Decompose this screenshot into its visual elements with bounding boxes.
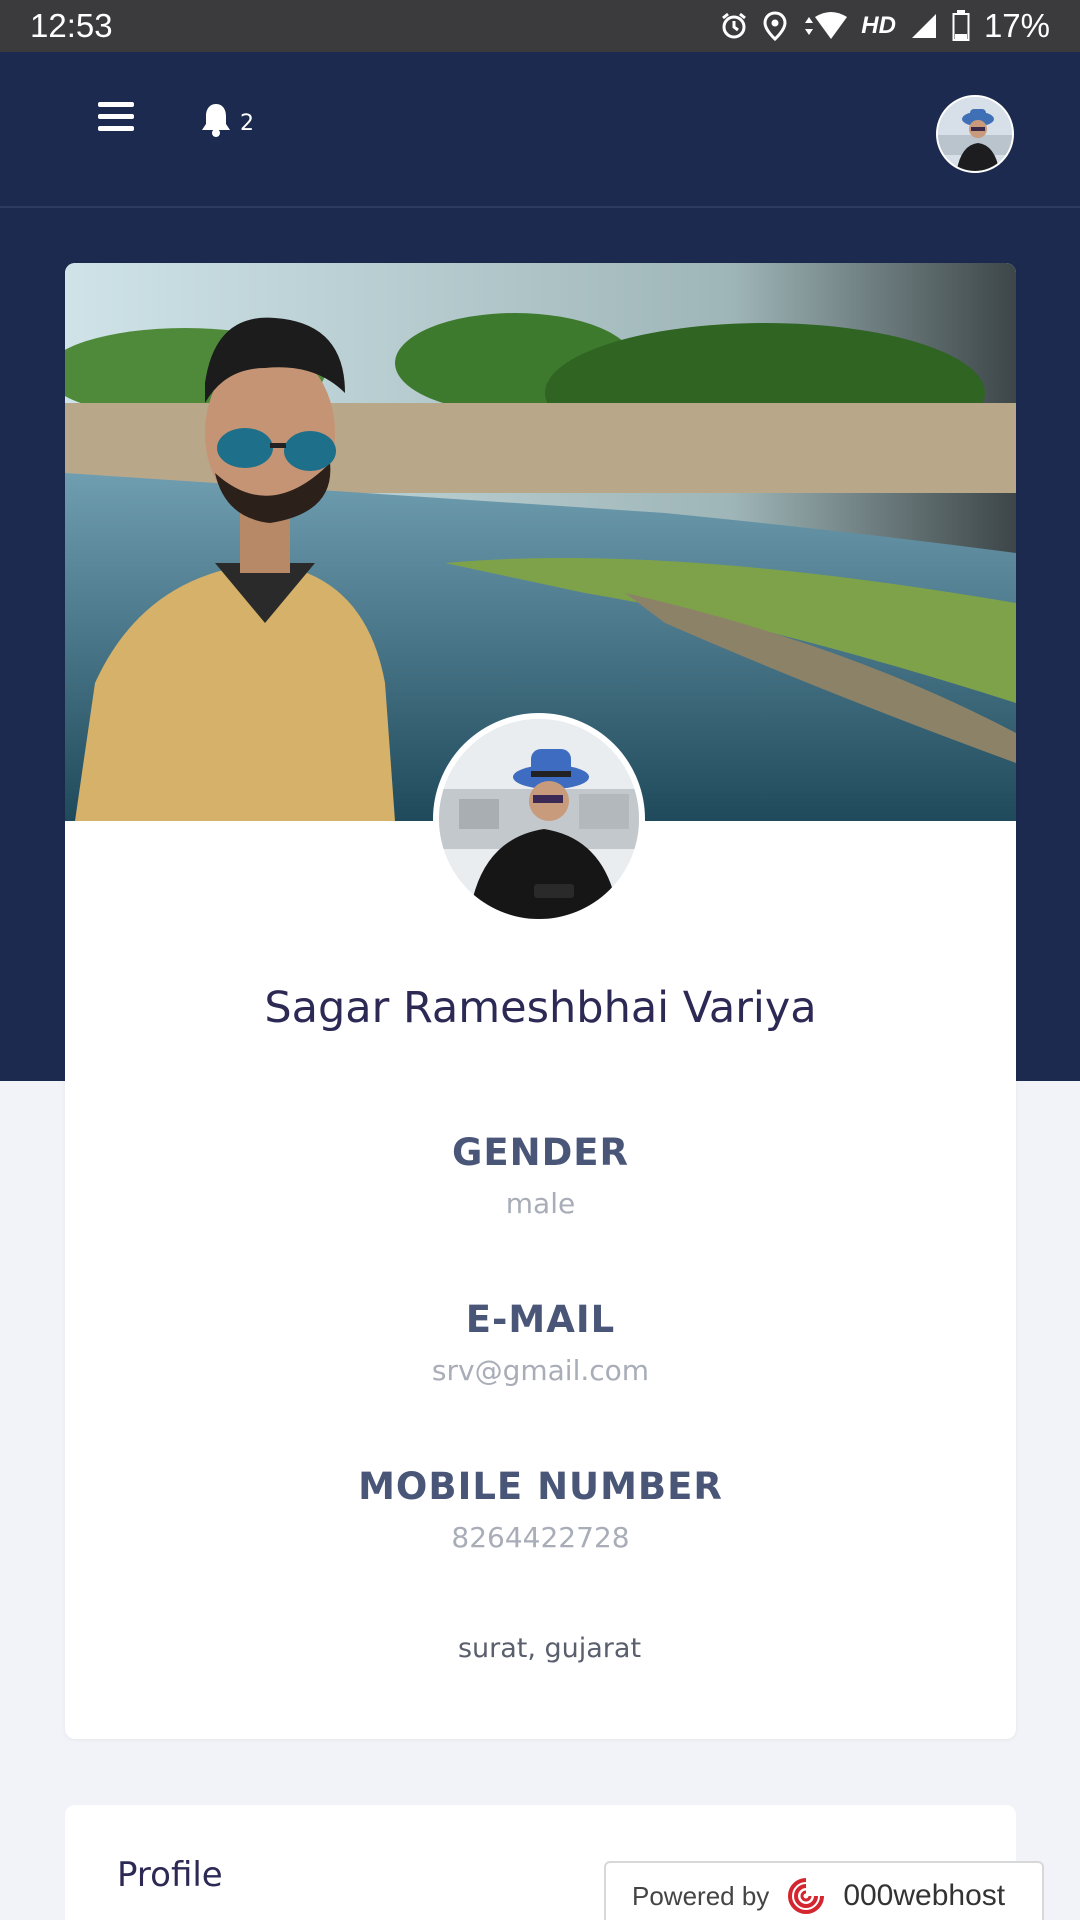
signal-icon xyxy=(911,14,936,38)
location-icon xyxy=(763,11,787,41)
gender-value: male xyxy=(505,1187,576,1220)
webhost-logo-icon xyxy=(788,1878,825,1914)
avatar-image xyxy=(938,97,1012,171)
email-value: srv@gmail.com xyxy=(431,1354,650,1387)
mobile-value: 8264422728 xyxy=(451,1521,630,1554)
network-type: HD xyxy=(861,12,896,39)
email-label: E-MAIL xyxy=(465,1298,616,1341)
powered-by-brand: 000webhost xyxy=(843,1879,1006,1912)
alarm-icon xyxy=(722,12,747,39)
profile-card: Sagar Rameshbhai Variya GENDER male E-MA… xyxy=(65,263,1016,1739)
wifi-icon xyxy=(805,12,848,39)
gender-label: GENDER xyxy=(451,1131,630,1174)
profile-avatar[interactable] xyxy=(433,713,645,925)
status-bar: 12:53 HD 17% xyxy=(0,0,1080,52)
menu-button[interactable] xyxy=(98,102,134,138)
bell-icon xyxy=(202,104,230,137)
top-navbar: 2 xyxy=(0,52,1080,208)
notification-count: 2 xyxy=(240,111,254,136)
hamburger-icon xyxy=(98,102,134,107)
section-title: Profile xyxy=(117,1855,223,1895)
user-avatar[interactable] xyxy=(936,95,1014,173)
location-text: surat, gujarat xyxy=(457,1633,642,1664)
powered-by-label: Powered by xyxy=(632,1880,770,1911)
mobile-label: MOBILE NUMBER xyxy=(358,1465,723,1508)
status-icons: HD 17% xyxy=(719,7,1050,45)
powered-by-badge[interactable]: Powered by 000webhost xyxy=(604,1861,1044,1920)
profile-avatar-image xyxy=(439,719,639,919)
notifications-button[interactable]: 2 xyxy=(200,102,254,138)
battery-level: 17% xyxy=(983,7,1050,44)
profile-name: Sagar Rameshbhai Variya xyxy=(264,983,817,1033)
battery-icon xyxy=(952,10,970,41)
status-time: 12:53 xyxy=(30,7,113,44)
